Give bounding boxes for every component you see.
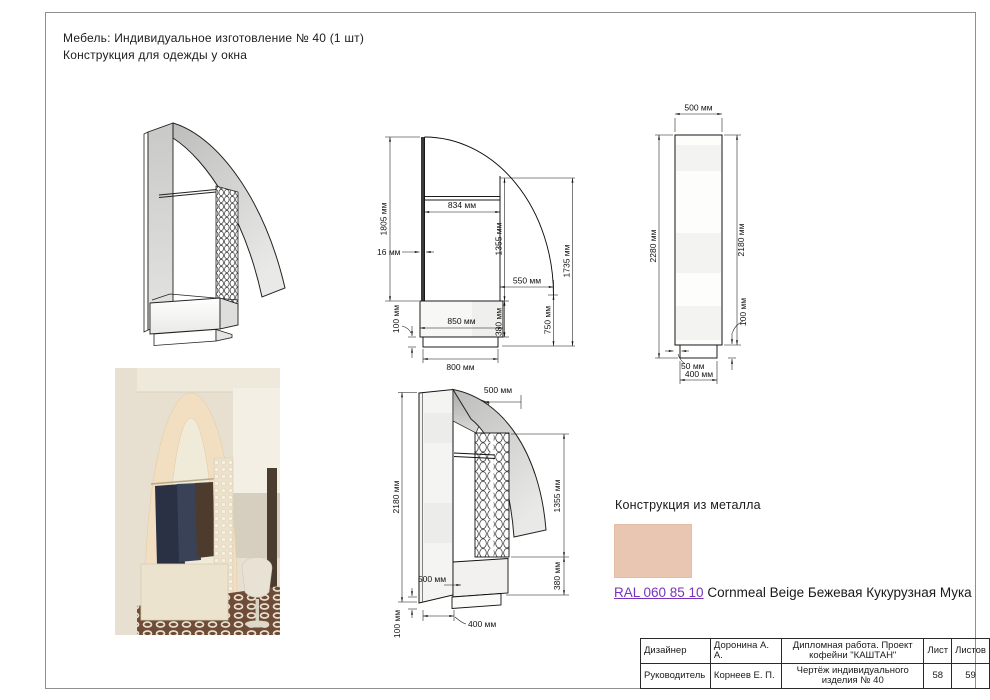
dimension-label: 400 мм [685, 369, 713, 379]
render-wall-edge [143, 131, 149, 333]
dimension-label: 2180 мм [391, 480, 401, 513]
dimension-label: 16 мм [377, 247, 401, 257]
title-block-row2: Руководитель Корнеев Е. П. Чертёж индиви… [640, 663, 990, 689]
iso-view-drawing: 500 мм 2180 мм 1355 мм 380 мм 500 мм 100… [391, 385, 569, 638]
dimension-label: 500 мм [484, 385, 512, 395]
photo-base-box [140, 563, 229, 621]
sheets-total: 59 [951, 663, 990, 689]
dimension-label: 100 мм [738, 298, 748, 326]
dimension-label: 380 мм [494, 308, 504, 336]
title-block-row1: Дизайнер Доронина А. А. Дипломная работа… [640, 638, 990, 664]
designer-name: Доронина А. А. [709, 638, 783, 664]
dimension-label: 400 мм [468, 619, 496, 629]
front-left-wall [421, 137, 425, 301]
dimension-label: 500 мм [418, 574, 446, 584]
side-view-drawing: 500 мм 2280 мм 2180 мм 100 мм 50 мм 400 … [648, 103, 748, 384]
iso-base [452, 558, 509, 598]
photo-coat-brown [195, 482, 215, 558]
dimension-label: 1355 мм [494, 222, 504, 255]
dimension-label: 850 мм [447, 316, 475, 326]
page-title-line2: Конструкция для одежды у окна [63, 48, 248, 62]
front-plinth [422, 336, 499, 348]
dimension-label: 750 мм [543, 306, 553, 334]
ral-color-name: Cornmeal Beige Бежевая Кукурузная Мука [707, 585, 972, 600]
dimension-label: 2280 мм [648, 229, 658, 262]
dimension-label: 500 мм [684, 103, 712, 113]
front-view-drawing: 1805 мм 16 мм 834 мм 1355 мм 380 мм 550 … [377, 136, 575, 372]
photo-chair-shell [241, 557, 273, 598]
leader-curve [401, 325, 412, 334]
render-wall-panel [147, 122, 174, 331]
render-lattice-panel [215, 185, 239, 310]
sheets-label: Листов [951, 638, 990, 664]
dimension-label: 1355 мм [552, 479, 562, 512]
dimension-label: 2180 мм [736, 223, 746, 256]
page-title-line1: Мебель: Индивидуальное изготовление № 40… [63, 31, 365, 45]
dimension-label: 100 мм [391, 305, 401, 333]
render-base-side [219, 297, 239, 330]
dimension-label: 1735 мм [562, 244, 572, 277]
render-plinth-side [215, 328, 233, 342]
photo-chair-base [245, 620, 269, 628]
dimension-label: 380 мм [552, 562, 562, 590]
title-block-table: Дизайнер Доронина А. А. Дипломная работа… [640, 638, 990, 689]
dimension-label: 100 мм [392, 610, 402, 638]
iso-panel-band [424, 503, 452, 543]
dimension-label: 800 мм [446, 362, 474, 372]
supervisor-name: Корнеев Е. П. [709, 663, 783, 689]
sheet-number: 58 [923, 663, 953, 689]
interior-photo [115, 368, 280, 635]
side-band [676, 306, 721, 340]
designer-label: Дизайнер [640, 638, 711, 664]
side-band [676, 233, 721, 273]
iso-panel-band [424, 413, 452, 443]
front-arc [424, 136, 554, 296]
dimension-label: 834 мм [448, 200, 476, 210]
render-3d-image [143, 122, 286, 346]
dimension-label: 1805 мм [379, 202, 389, 235]
drawing-title: Чертёж индивидуального изделия № 40 [781, 663, 925, 689]
leader-curve [454, 616, 467, 625]
project-title: Дипломная работа. Проект кофейни "КАШТАН… [781, 638, 925, 664]
ral-color-line: RAL 060 85 10 Cornmeal Beige Бежевая Кук… [614, 585, 972, 600]
photo-chair-stem [255, 599, 259, 621]
color-swatch [614, 524, 692, 578]
side-plinth [679, 344, 718, 359]
sheet-label: Лист [923, 638, 953, 664]
render-base-front [149, 297, 221, 335]
ral-code-link[interactable]: RAL 060 85 10 [614, 585, 704, 600]
supervisor-label: Руководитель [640, 663, 711, 689]
page-title: Мебель: Индивидуальное изготовление № 40… [63, 30, 364, 64]
side-band [676, 145, 721, 171]
iso-lattice-gap [490, 433, 494, 557]
material-label: Конструкция из металла [615, 498, 761, 512]
dimension-label: 550 мм [513, 276, 541, 286]
drawing-sheet: Мебель: Индивидуальное изготовление № 40… [0, 0, 990, 700]
